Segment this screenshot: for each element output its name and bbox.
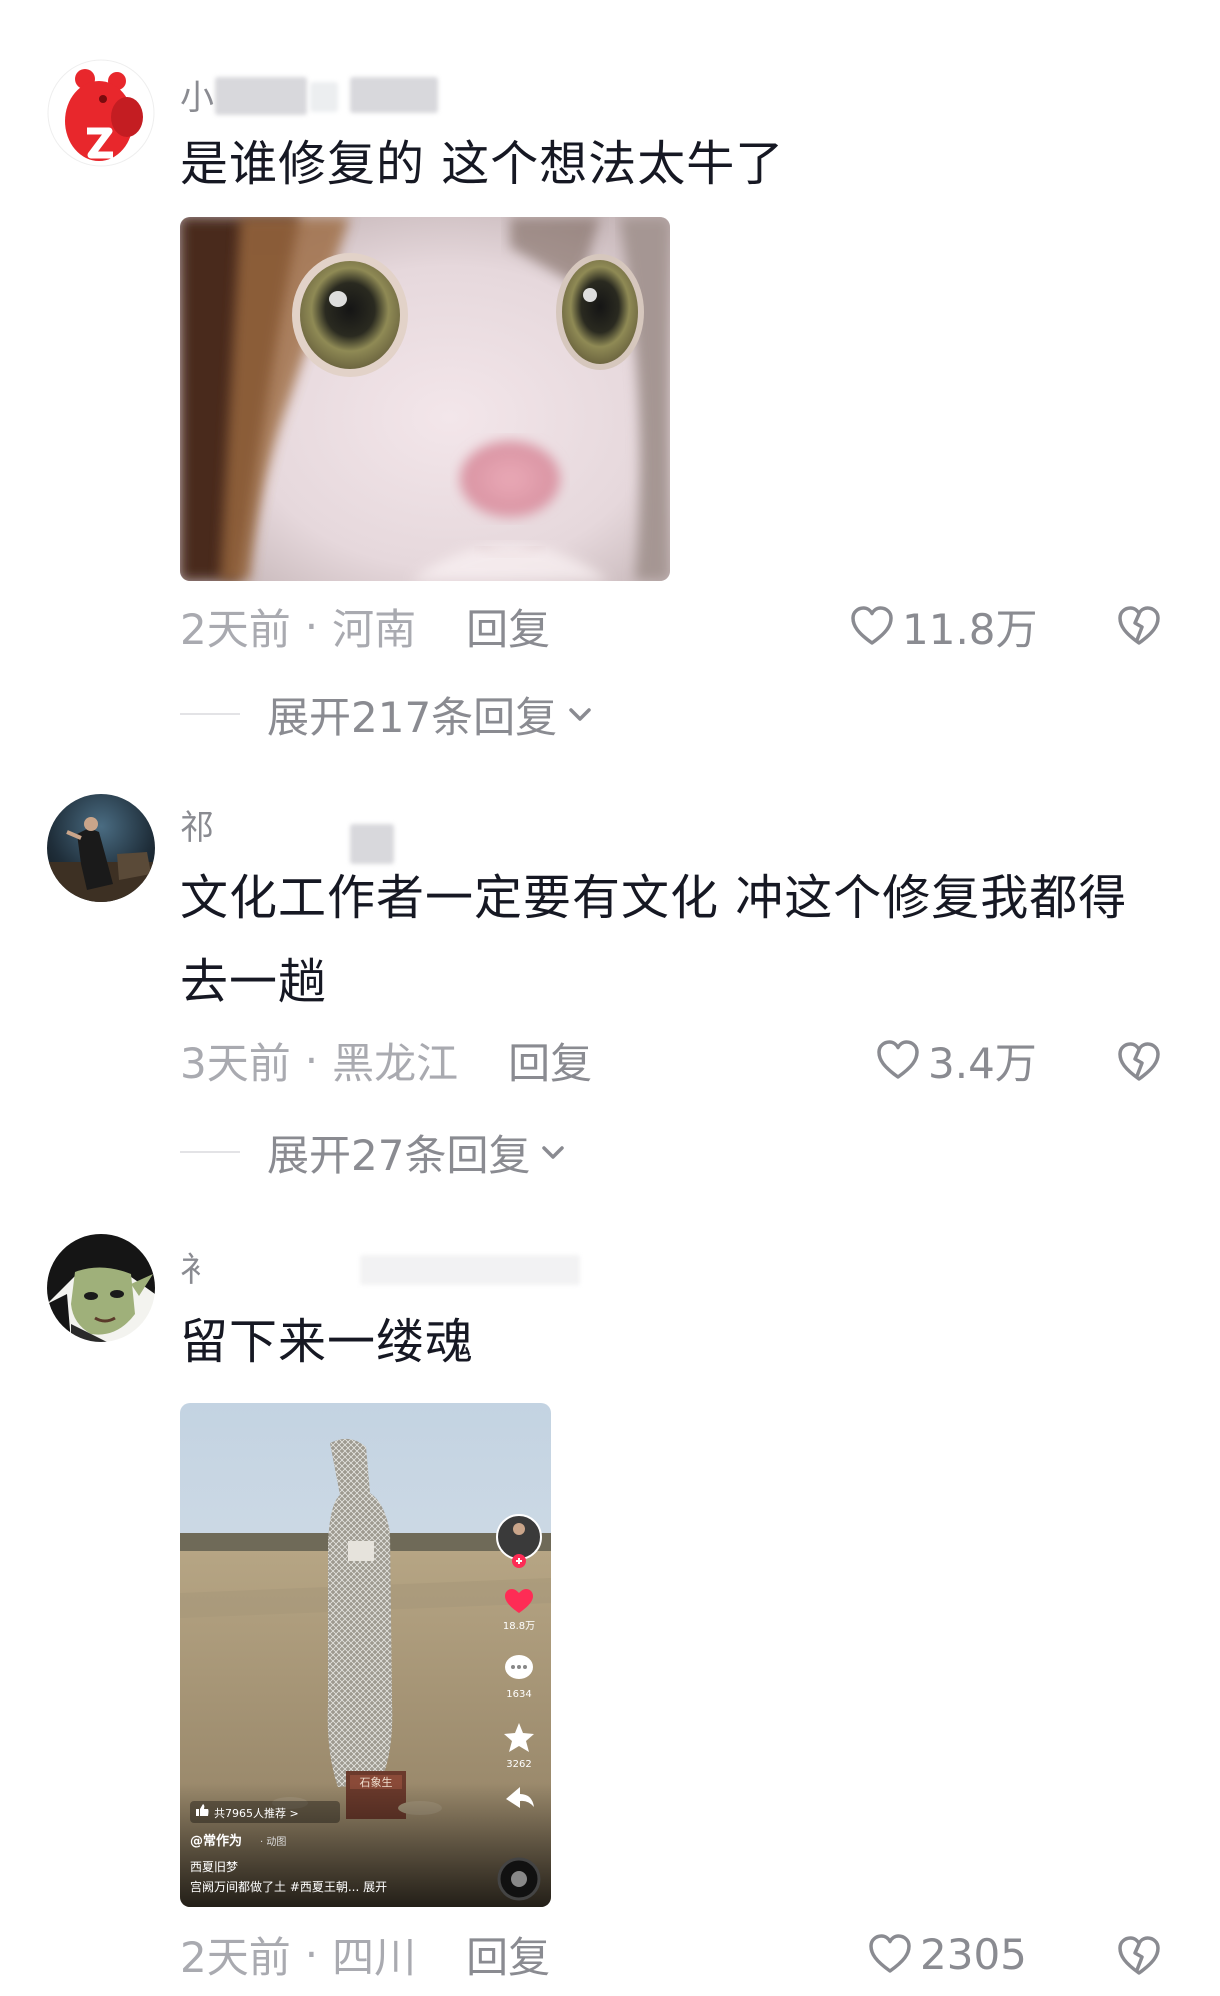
comment-time: 2天前	[180, 604, 291, 654]
heart-outline-icon	[851, 606, 893, 645]
video-comment-count: 1634	[506, 1689, 531, 1700]
heart-outline-icon	[877, 1040, 919, 1079]
cat-face-sticker-icon[interactable]	[180, 217, 670, 581]
separator-dot: ·	[304, 601, 319, 651]
comment-text: 留下来一缕魂	[180, 1314, 475, 1370]
broken-heart-icon[interactable]	[1115, 1038, 1163, 1086]
reply-button[interactable]: 回复	[508, 1030, 592, 1091]
username-redaction	[310, 82, 338, 112]
username[interactable]: 衤	[180, 1242, 214, 1291]
expand-replies-button[interactable]: 展开27条回复	[180, 1124, 570, 1180]
comment-location: 黑龙江	[332, 1038, 459, 1088]
comment-location: 河南	[332, 604, 417, 654]
username[interactable]: 祁	[180, 800, 214, 849]
like-count: 11.8万	[902, 604, 1038, 654]
comment-text: 是谁修复的 这个想法太牛了	[180, 136, 785, 192]
reply-button[interactable]: 回复	[466, 596, 550, 657]
recommend-count[interactable]: 共7965人推荐 >	[214, 1806, 299, 1820]
video-card[interactable]: 石象生 18.8万 1634 3262 共7965人推荐 > @常作为 · 动图…	[180, 1403, 551, 1907]
video-author[interactable]: @常作为	[190, 1833, 242, 1849]
chevron-down-icon	[569, 708, 591, 721]
comment-location: 四川	[332, 1932, 417, 1982]
video-star-count: 3262	[506, 1759, 531, 1770]
avatar[interactable]	[47, 1234, 155, 1342]
video-author-tag: · 动图	[260, 1836, 286, 1848]
broken-heart-icon[interactable]	[1115, 1932, 1163, 1980]
like-button[interactable]: 11.8万	[848, 596, 1038, 656]
separator-dot: ·	[304, 1035, 319, 1085]
like-count: 2305	[920, 1929, 1027, 1979]
reply-button[interactable]: 回复	[466, 1924, 550, 1985]
username-redaction	[215, 77, 307, 115]
expand-replies-label: 展开27条回复	[267, 1130, 531, 1180]
broken-heart-icon[interactable]	[1115, 602, 1163, 650]
night-photo-avatar-icon	[47, 794, 155, 902]
like-button[interactable]: 3.4万	[874, 1030, 1037, 1090]
red-bear-avatar-icon	[47, 59, 155, 167]
divider-line	[180, 713, 240, 715]
username-redaction	[360, 1255, 580, 1285]
video-title: 西夏旧梦	[190, 1860, 238, 1874]
expand-replies-button[interactable]: 展开217条回复	[180, 686, 597, 742]
expand-replies-label: 展开217条回复	[267, 692, 558, 742]
divider-line	[180, 1151, 240, 1153]
like-button[interactable]: 2305	[866, 1924, 1027, 1984]
video-description: 宫阙万间都做了土 #西夏王朝... 展开	[190, 1879, 387, 1894]
chevron-down-icon	[542, 1146, 565, 1159]
avatar[interactable]	[47, 59, 155, 167]
username-redaction	[350, 77, 438, 113]
username[interactable]: 小	[180, 70, 214, 119]
heart-outline-icon	[869, 1934, 911, 1973]
comment-text: 文化工作者一定要有文化 冲这个修复我都得去一趟	[180, 870, 1128, 1010]
comment-meta: 2天前 · 四川 回复	[180, 1924, 1180, 1984]
green-elf-avatar-icon	[47, 1234, 155, 1342]
like-count: 3.4万	[928, 1038, 1037, 1088]
video-like-count: 18.8万	[503, 1621, 535, 1632]
avatar[interactable]	[47, 794, 155, 902]
comment-time: 2天前	[180, 1932, 291, 1982]
statue-video-thumbnail: 石象生 18.8万 1634 3262 共7965人推荐 > @常作为 · 动图…	[180, 1403, 551, 1907]
comment-time: 3天前	[180, 1038, 291, 1088]
separator-dot: ·	[304, 1929, 319, 1979]
